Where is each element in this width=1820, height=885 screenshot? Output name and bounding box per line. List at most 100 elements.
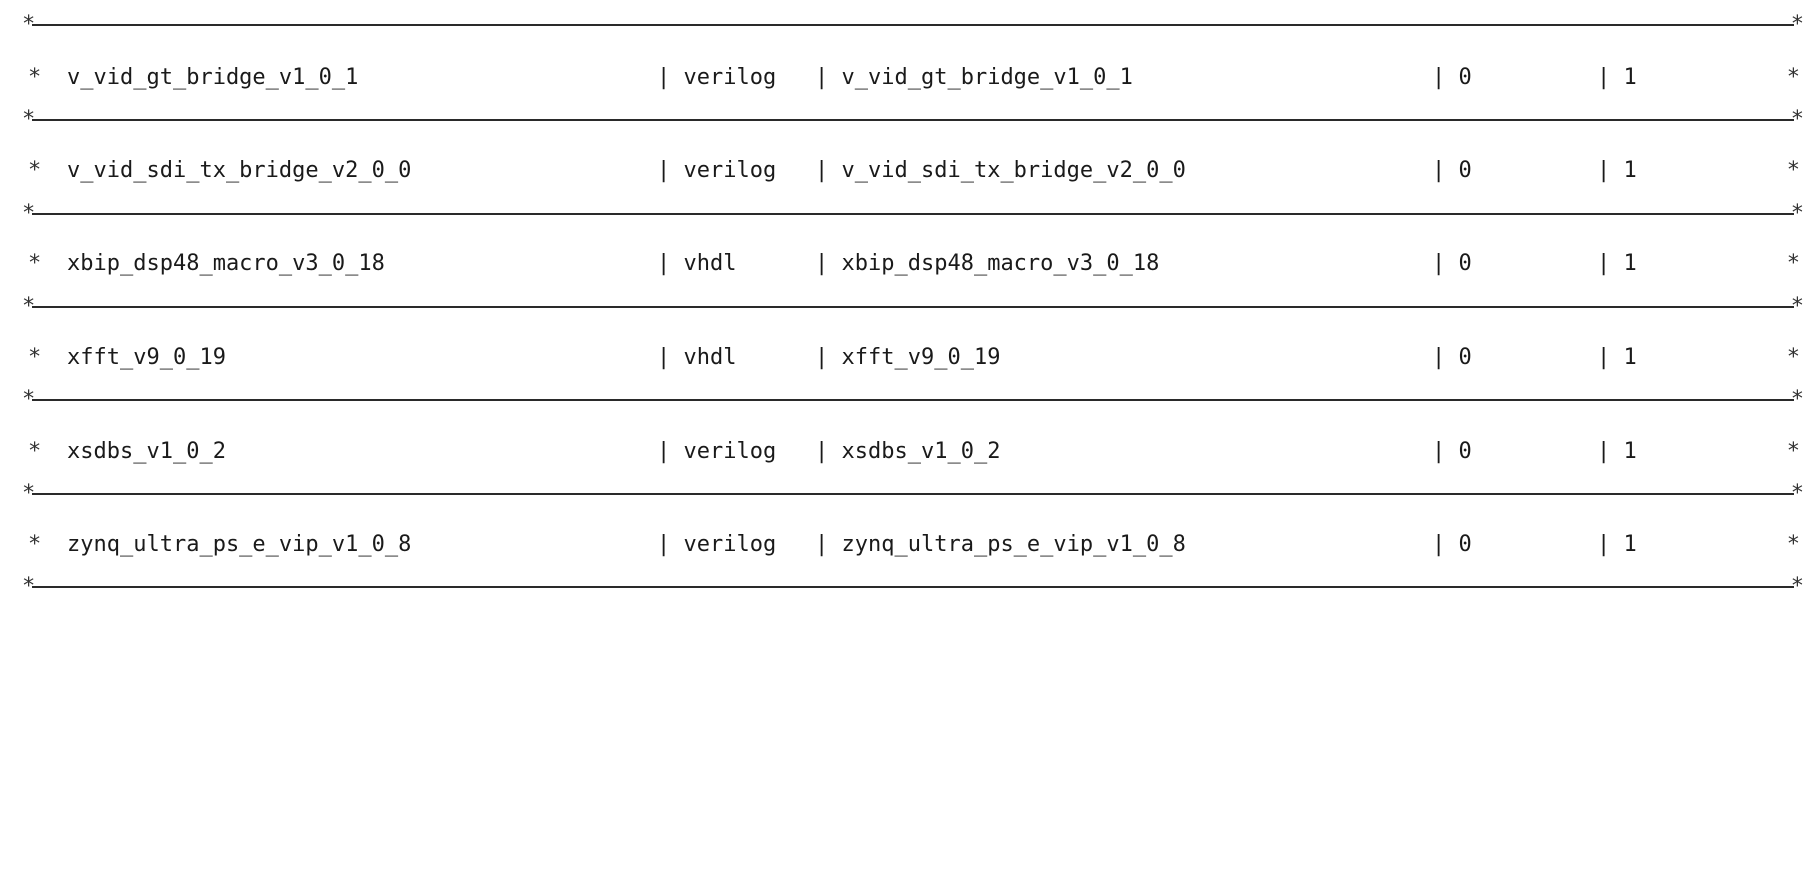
value-1: 0	[1458, 532, 1472, 557]
value-1: 0	[1458, 345, 1472, 370]
library-cell: | xbip_dsp48_macro_v3_0_18	[815, 244, 1159, 284]
value-cell-2: | 1	[1597, 338, 1637, 378]
language-cell: | verilog	[657, 432, 776, 472]
cell-separator: |	[657, 345, 671, 370]
ip-name-cell: zynq_ultra_ps_e_vip_v1_0_8	[67, 532, 412, 557]
cell-separator: |	[657, 439, 671, 464]
language-value: verilog	[683, 158, 777, 183]
value-2: 1	[1623, 345, 1637, 370]
value-2: 1	[1623, 439, 1637, 464]
value-cell-1: | 0	[1432, 58, 1472, 98]
value-cell-1: | 0	[1432, 151, 1472, 191]
value-cell-1: | 0	[1432, 338, 1472, 378]
cell-separator: |	[1597, 251, 1611, 276]
border-star: *	[1790, 387, 1804, 412]
cell-separator: |	[1597, 532, 1611, 557]
separator-line	[32, 213, 1794, 215]
ip-name-cell: xsdbs_v1_0_2	[67, 439, 226, 464]
value-cell-2: | 1	[1597, 151, 1637, 191]
ip-name-cell: v_vid_gt_bridge_v1_0_1	[67, 65, 359, 90]
separator-line	[32, 24, 1794, 26]
cell-separator: |	[815, 532, 829, 557]
table-row: * xfft_v9_0_19 | vhdl | xfft_v9_0_19 | 0…	[22, 338, 1804, 378]
value-cell-2: | 1	[1597, 58, 1637, 98]
language-cell: | verilog	[657, 58, 776, 98]
border-star: *	[28, 251, 42, 276]
cell-separator: |	[815, 65, 829, 90]
value-cell-2: | 1	[1597, 525, 1637, 565]
table-row: * xbip_dsp48_macro_v3_0_18 | vhdl | xbip…	[22, 244, 1804, 284]
value-cell-1: | 0	[1432, 525, 1472, 565]
table-separator: * *	[22, 481, 1804, 506]
border-star: *	[1786, 65, 1800, 90]
cell-separator: |	[1432, 158, 1446, 183]
table-row: * zynq_ultra_ps_e_vip_v1_0_8 | verilog |…	[22, 525, 1804, 565]
library-value: xsdbs_v1_0_2	[841, 439, 1001, 464]
separator-line	[32, 119, 1794, 121]
value-2: 1	[1623, 251, 1637, 276]
library-value: v_vid_gt_bridge_v1_0_1	[841, 65, 1133, 90]
cell-separator: |	[1432, 251, 1446, 276]
cell-separator: |	[657, 158, 671, 183]
cell-separator: |	[1432, 65, 1446, 90]
cell-separator: |	[1597, 439, 1611, 464]
language-cell: | verilog	[657, 525, 776, 565]
border-star: *	[1786, 532, 1800, 557]
border-star: *	[1790, 107, 1804, 132]
cell-separator: |	[657, 532, 671, 557]
border-star: *	[28, 158, 42, 183]
value-cell-1: | 0	[1432, 244, 1472, 284]
border-star: *	[1786, 345, 1800, 370]
separator-line	[32, 399, 1794, 401]
border-star: *	[1790, 574, 1804, 599]
border-star: *	[1790, 12, 1804, 37]
language-value: vhdl	[683, 345, 737, 370]
cell-separator: |	[815, 439, 829, 464]
table-separator: * *	[22, 12, 1804, 37]
value-1: 0	[1458, 251, 1472, 276]
library-cell: | zynq_ultra_ps_e_vip_v1_0_8	[815, 525, 1186, 565]
library-cell: | xsdbs_v1_0_2	[815, 432, 1000, 472]
border-star: *	[1786, 439, 1800, 464]
cell-separator: |	[1432, 532, 1446, 557]
library-value: xfft_v9_0_19	[841, 345, 1001, 370]
value-cell-2: | 1	[1597, 432, 1637, 472]
language-value: vhdl	[683, 251, 737, 276]
cell-separator: |	[657, 251, 671, 276]
separator-line	[32, 493, 1794, 495]
value-1: 0	[1458, 65, 1472, 90]
table-row: * v_vid_gt_bridge_v1_0_1 | verilog | v_v…	[22, 58, 1804, 98]
border-star: *	[1786, 158, 1800, 183]
table-row: * xsdbs_v1_0_2 | verilog | xsdbs_v1_0_2 …	[22, 432, 1804, 472]
cell-separator: |	[815, 345, 829, 370]
separator-line	[32, 306, 1794, 308]
cell-separator: |	[1432, 439, 1446, 464]
table-separator: * *	[22, 387, 1804, 412]
value-2: 1	[1623, 65, 1637, 90]
value-cell-2: | 1	[1597, 244, 1637, 284]
ip-name-cell: xfft_v9_0_19	[67, 345, 226, 370]
value-2: 1	[1623, 532, 1637, 557]
value-2: 1	[1623, 158, 1637, 183]
cell-separator: |	[1597, 158, 1611, 183]
ip-name-cell: xbip_dsp48_macro_v3_0_18	[67, 251, 385, 276]
library-value: v_vid_sdi_tx_bridge_v2_0_0	[841, 158, 1186, 183]
table-row: * v_vid_sdi_tx_bridge_v2_0_0 | verilog |…	[22, 151, 1804, 191]
cell-separator: |	[657, 65, 671, 90]
value-1: 0	[1458, 439, 1472, 464]
language-cell: | vhdl	[657, 244, 736, 284]
border-star: *	[28, 65, 42, 90]
library-value: xbip_dsp48_macro_v3_0_18	[841, 251, 1160, 276]
language-value: verilog	[683, 65, 777, 90]
cell-separator: |	[815, 158, 829, 183]
console-output: * * * v_vid_gt_bridge_v1_0_1 | verilog |…	[0, 0, 1820, 620]
table-separator: * *	[22, 574, 1804, 599]
library-cell: | v_vid_gt_bridge_v1_0_1	[815, 58, 1133, 98]
border-star: *	[1790, 201, 1804, 226]
table-separator: * *	[22, 296, 1804, 318]
library-cell: | xfft_v9_0_19	[815, 338, 1000, 378]
language-value: verilog	[683, 532, 777, 557]
language-value: verilog	[683, 439, 777, 464]
border-star: *	[1790, 481, 1804, 506]
border-star: *	[28, 532, 42, 557]
